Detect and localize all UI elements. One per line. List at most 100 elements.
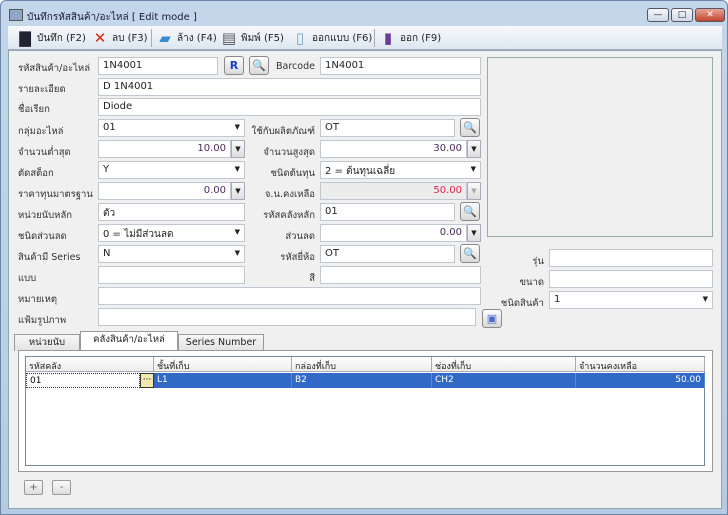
model-label: รุ่น	[490, 254, 544, 269]
max-dropdown-button[interactable]: ▼	[467, 140, 481, 158]
stock-select[interactable]: Y	[98, 161, 245, 179]
search-icon: 🔍	[463, 247, 477, 260]
brand-input[interactable]: OT	[320, 245, 455, 263]
save-label: บันทึก (F2)	[37, 31, 86, 46]
folder-icon: ▣	[487, 312, 497, 325]
style-label: แบบ	[18, 271, 36, 286]
stdcost-dropdown-button[interactable]: ▼	[231, 182, 245, 200]
group-select[interactable]: 01	[98, 119, 245, 137]
stdcost-label: ราคาทุนมาตรฐาน	[18, 187, 93, 202]
r-button[interactable]: R	[224, 56, 244, 75]
size-input[interactable]	[549, 270, 713, 288]
column-header[interactable]: กล่องที่เก็บ	[292, 357, 432, 372]
ellipsis-button[interactable]: ···	[140, 373, 154, 388]
brand-search-button[interactable]: 🔍	[460, 244, 480, 263]
model-input[interactable]	[549, 249, 713, 267]
tab-series-number[interactable]: Series Number	[178, 334, 264, 351]
name-label: ชื่อเรียก	[18, 102, 50, 117]
image-preview	[487, 57, 713, 237]
add-row-button[interactable]: +	[24, 480, 43, 495]
series-value: N	[103, 248, 110, 259]
clear-button[interactable]: ▰ล้าง (F4)	[156, 29, 217, 47]
product-search-button[interactable]: 🔍	[460, 118, 480, 137]
series-select[interactable]: N	[98, 245, 245, 263]
design-button[interactable]: ▯ออกแบบ (F6)	[291, 29, 372, 47]
warehouse-search-button[interactable]: 🔍	[460, 202, 480, 221]
disctype-select[interactable]: 0 = ไม่มีส่วนลด	[98, 224, 245, 242]
remain-label: จ.น.คงเหลือ	[250, 187, 315, 202]
exit-button[interactable]: ▮ออก (F9)	[379, 29, 441, 47]
remove-row-button[interactable]: -	[52, 480, 71, 495]
note-label: หมายเหตุ	[18, 292, 57, 307]
tab-panel: รหัสคลัง ชั้นที่เก็บ กล่องที่เก็บ ช่องที…	[18, 350, 713, 472]
delete-button[interactable]: ✕ลบ (F3)	[91, 29, 148, 47]
ptype-select[interactable]: 1	[549, 291, 713, 309]
tab-warehouse[interactable]: คลังสินค้า/อะไหล่	[80, 331, 178, 351]
stock-label: ตัดสต็อก	[18, 166, 54, 181]
warehouse-grid: รหัสคลัง ชั้นที่เก็บ กล่องที่เก็บ ช่องที…	[25, 356, 705, 466]
close-button[interactable]: ✕	[695, 8, 725, 22]
image-input[interactable]	[98, 308, 476, 326]
ptype-value: 1	[554, 294, 560, 305]
code-search-button[interactable]: 🔍	[249, 56, 269, 75]
code-input[interactable]: 1N4001	[98, 57, 218, 75]
stdcost-input[interactable]: 0.00	[98, 182, 231, 200]
costtype-select[interactable]: 2 = ต้นทุนเฉลี่ย	[320, 161, 481, 179]
save-button[interactable]: ▇บันทึก (F2)	[16, 29, 86, 47]
stock-value: Y	[103, 164, 109, 175]
search-icon: 🔍	[252, 59, 266, 72]
tab-unit[interactable]: หน่วยนับ	[14, 334, 80, 351]
barcode-input[interactable]: 1N4001	[320, 57, 481, 75]
cell-warehouse-editor[interactable]: 01	[26, 373, 140, 388]
cell-shelf[interactable]: L1	[154, 373, 292, 388]
disc-input[interactable]: 0.00	[320, 224, 467, 242]
print-icon: ▤	[220, 29, 238, 47]
design-label: ออกแบบ (F6)	[312, 31, 372, 46]
exit-icon: ▮	[379, 29, 397, 47]
disc-dropdown-button[interactable]: ▼	[467, 224, 481, 242]
print-button[interactable]: ▤พิมพ์ (F5)	[220, 29, 284, 47]
note-input[interactable]	[98, 287, 481, 305]
column-header[interactable]: ชั้นที่เก็บ	[154, 357, 292, 372]
warehouse-label: รหัสคลังหลัก	[250, 208, 315, 223]
group-label: กลุ่มอะไหล่	[18, 124, 64, 139]
min-input[interactable]: 10.00	[98, 140, 231, 158]
disc-label: ส่วนลด	[250, 229, 315, 244]
disctype-label: ชนิดส่วนลด	[18, 229, 67, 244]
costtype-label: ชนิดต้นทุน	[250, 166, 315, 181]
name-input[interactable]: Diode	[98, 98, 481, 116]
product-label: ใช้กับผลิตภัณฑ์	[250, 124, 315, 139]
column-header[interactable]: ช่องที่เก็บ	[432, 357, 576, 372]
size-label: ขนาด	[490, 275, 544, 290]
color-input[interactable]	[320, 266, 481, 284]
image-label: แฟ้มรูปภาพ	[18, 313, 66, 328]
browse-image-button[interactable]: ▣	[482, 309, 502, 328]
code-label: รหัสสินค้า/อะไหล่	[18, 61, 90, 76]
maximize-button[interactable]: □	[671, 8, 693, 22]
remain-input: 50.00	[320, 182, 467, 200]
exit-label: ออก (F9)	[400, 31, 441, 46]
search-icon: 🔍	[463, 121, 477, 134]
cell-box[interactable]: B2	[292, 373, 432, 388]
color-label: สี	[250, 271, 315, 286]
min-dropdown-button[interactable]: ▼	[231, 140, 245, 158]
column-header[interactable]: จำนวนคงเหลือ	[576, 357, 705, 372]
clear-icon: ▰	[156, 29, 174, 47]
unit-input[interactable]: ตัว	[98, 203, 245, 221]
design-icon: ▯	[291, 29, 309, 47]
delete-icon: ✕	[91, 29, 109, 47]
minimize-button[interactable]: —	[647, 8, 669, 22]
detail-input[interactable]: D 1N4001	[98, 78, 481, 96]
window-title: บันทึกรหัสสินค้า/อะไหล่ [ Edit mode ]	[27, 10, 197, 25]
column-header[interactable]: รหัสคลัง	[26, 357, 154, 372]
search-icon: 🔍	[463, 205, 477, 218]
clear-label: ล้าง (F4)	[177, 31, 217, 46]
cell-slot[interactable]: CH2	[432, 373, 576, 388]
product-input[interactable]: OT	[320, 119, 455, 137]
cell-remaining[interactable]: 50.00	[576, 373, 705, 388]
warehouse-input[interactable]: 01	[320, 203, 455, 221]
max-input[interactable]: 30.00	[320, 140, 467, 158]
disctype-value: 0 = ไม่มีส่วนลด	[103, 229, 174, 240]
style-input[interactable]	[98, 266, 245, 284]
delete-label: ลบ (F3)	[112, 31, 148, 46]
